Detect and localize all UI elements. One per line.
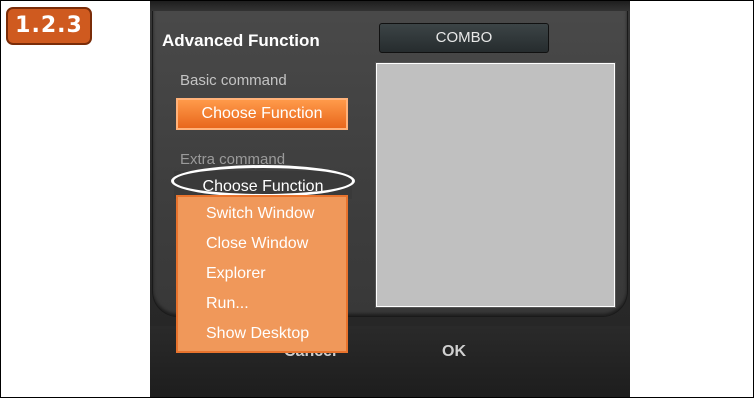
dialog-title: Advanced Function xyxy=(162,31,320,50)
extra-command-label: Extra command xyxy=(180,151,286,168)
preview-pane xyxy=(375,62,616,308)
menu-item-close-window[interactable]: Close Window xyxy=(206,235,308,253)
menu-item-explorer[interactable]: Explorer xyxy=(206,265,266,283)
step-badge: 1.2.3 xyxy=(6,7,92,45)
basic-command-label: Basic command xyxy=(180,72,287,89)
screenshot-frame: 1.2.3 Advanced Function COMBO Basic comm… xyxy=(0,0,754,398)
dialog-top-strip xyxy=(150,1,630,11)
menu-item-switch-window[interactable]: Switch Window xyxy=(206,205,314,223)
ok-button[interactable]: OK xyxy=(442,343,466,361)
combo-button[interactable]: COMBO xyxy=(379,23,549,53)
basic-choose-function-button[interactable]: Choose Function xyxy=(176,98,348,130)
menu-item-show-desktop[interactable]: Show Desktop xyxy=(206,325,309,343)
menu-item-run[interactable]: Run... xyxy=(206,295,249,313)
function-dropdown-menu: Switch Window Close Window Explorer Run.… xyxy=(176,195,348,353)
advanced-function-dialog: Advanced Function COMBO Basic command Ch… xyxy=(150,1,630,397)
